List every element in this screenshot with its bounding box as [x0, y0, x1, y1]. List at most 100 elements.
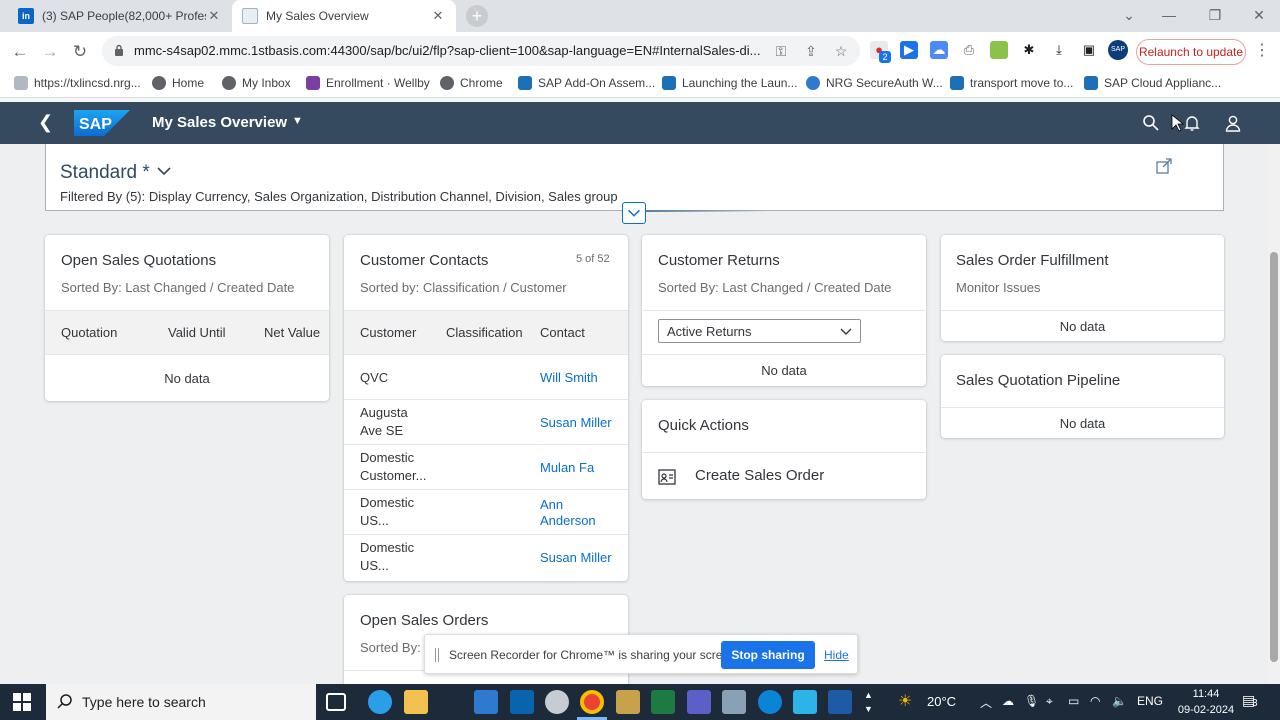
side-panel-icon[interactable]: ▣ — [1080, 41, 1098, 59]
excel-icon[interactable] — [651, 690, 675, 714]
file-explorer-icon[interactable] — [404, 690, 428, 714]
input-language[interactable]: ENG — [1137, 694, 1163, 708]
contact-link[interactable]: Susan Miller — [540, 550, 612, 566]
card-title[interactable]: Customer Returns — [658, 252, 780, 269]
table-row[interactable]: QVC Will Smith — [344, 355, 628, 400]
card-sales-quotation-pipeline[interactable]: Sales Quotation Pipeline No data — [941, 355, 1224, 438]
table-row[interactable]: Augusta Ave SE Susan Miller — [344, 400, 628, 445]
snipping-tool-icon[interactable] — [545, 690, 569, 714]
share-export-icon[interactable] — [1156, 158, 1172, 174]
bookmark-item[interactable]: Launching the Laun... — [662, 76, 797, 90]
bookmark-item[interactable]: transport move to... — [950, 76, 1073, 90]
card-title[interactable]: Open Sales Quotations — [61, 252, 216, 269]
card-customer-returns[interactable]: Customer Returns Sorted By: Last Changed… — [642, 235, 926, 386]
edge-browser-icon[interactable] — [368, 690, 392, 714]
location-icon[interactable]: ⌖ — [1046, 694, 1053, 709]
address-bar[interactable]: mmc-s4sap02.mmc.1stbasis.com:44300/sap/b… — [102, 36, 860, 66]
close-tab-icon[interactable]: ✕ — [206, 8, 222, 24]
app-title[interactable]: My Sales Overview — [152, 114, 287, 131]
page-scrollbar-thumb[interactable] — [1270, 252, 1278, 662]
contact-link[interactable]: Will Smith — [540, 370, 598, 386]
card-open-sales-quotations[interactable]: Open Sales Quotations Sorted By: Last Ch… — [45, 235, 329, 401]
bookmark-item[interactable]: NRG SecureAuth W... — [806, 76, 943, 90]
table-row[interactable]: Domestic US... Ann Anderson — [344, 490, 628, 535]
windows-start-icon[interactable] — [13, 693, 31, 711]
weather-temperature[interactable]: 20°C — [927, 694, 956, 709]
printer-extension-icon[interactable]: ⎙ — [960, 41, 978, 59]
back-chevron-icon[interactable]: ❮ — [38, 112, 53, 133]
tray-chevron-icon[interactable]: ︿ — [980, 694, 992, 711]
contact-link[interactable]: Ann Anderson — [540, 497, 596, 529]
photos-icon[interactable] — [793, 690, 817, 714]
card-title[interactable]: Sales Order Fulfillment — [956, 252, 1109, 269]
contact-link[interactable]: Susan Miller — [540, 415, 612, 431]
bookmark-item[interactable]: My Inbox — [222, 76, 291, 90]
teams-icon[interactable] — [687, 690, 711, 714]
profile-avatar[interactable]: SAP — [1108, 40, 1128, 60]
create-sales-order-action[interactable]: Create Sales Order — [695, 467, 824, 484]
forward-arrow-icon[interactable]: → — [39, 41, 61, 63]
variant-chevron-down-icon[interactable] — [156, 165, 172, 177]
back-arrow-icon[interactable]: ← — [9, 41, 31, 63]
restore-icon[interactable]: ❐ — [1192, 0, 1238, 32]
microphone-icon[interactable]: 🎙 — [1024, 694, 1039, 708]
tab-my-sales-overview[interactable]: My Sales Overview ✕ — [232, 0, 456, 32]
battery-icon[interactable]: ▭ — [1068, 694, 1079, 708]
mail-icon[interactable] — [474, 690, 498, 714]
variant-title[interactable]: Standard * — [60, 162, 150, 184]
taskbar-scroll-arrows-icon[interactable]: ▲ ▼ — [864, 688, 873, 716]
screen-recorder-extension-icon[interactable]: ▶ — [900, 41, 918, 59]
share-icon[interactable]: ⇪ — [802, 42, 820, 60]
search-icon[interactable] — [1142, 114, 1160, 132]
onedrive-icon[interactable]: ☁ — [1002, 694, 1014, 708]
chrome-icon[interactable] — [580, 690, 604, 714]
stop-sharing-button[interactable]: Stop sharing — [721, 641, 815, 669]
notepad-icon[interactable] — [722, 690, 746, 714]
table-row[interactable]: Domestic Customer... Mulan Fa — [344, 445, 628, 490]
contact-link[interactable]: Mulan Fa — [540, 460, 594, 476]
cloud-extension-icon[interactable]: ☁ — [930, 41, 948, 59]
tab-linkedin[interactable]: in (3) SAP People(82,000+ Profess ✕ — [8, 0, 232, 32]
key-icon[interactable]: ⚿ — [772, 42, 790, 60]
word-icon[interactable] — [828, 690, 852, 714]
app-title-caret-icon[interactable]: ▼ — [292, 115, 303, 127]
taskbar-search-box[interactable]: Type here to search — [46, 684, 316, 720]
returns-filter-select[interactable]: Active Returns — [658, 319, 861, 343]
card-sales-order-fulfillment[interactable]: Sales Order Fulfillment Monitor Issues N… — [941, 235, 1224, 341]
minimize-icon[interactable]: — — [1146, 0, 1192, 32]
reload-icon[interactable]: ↻ — [69, 41, 91, 63]
user-icon[interactable] — [1224, 114, 1242, 132]
relaunch-to-update-button[interactable]: Relaunch to update — [1136, 39, 1246, 65]
drag-handle[interactable] — [435, 648, 439, 662]
new-tab-button[interactable]: + — [466, 5, 488, 27]
bookmark-item[interactable]: Home — [152, 76, 204, 90]
card-title[interactable]: Sales Quotation Pipeline — [956, 372, 1120, 389]
card-customer-contacts[interactable]: Customer Contacts 5 of 52 Sorted by: Cla… — [344, 235, 628, 581]
card-title[interactable]: Open Sales Orders — [360, 612, 488, 629]
bookmark-item[interactable]: SAP Add-On Assem... — [518, 76, 655, 90]
volume-icon[interactable]: 🔈 — [1112, 694, 1127, 708]
close-tab-icon[interactable]: ✕ — [430, 8, 446, 24]
puzzle-extensions-icon[interactable]: ✱ — [1020, 41, 1038, 59]
notification-bell-icon[interactable] — [1183, 114, 1201, 132]
close-window-icon[interactable]: ✕ — [1236, 0, 1280, 32]
task-view-icon[interactable] — [326, 693, 346, 711]
bookmark-item[interactable]: SAP Cloud Applianc... — [1084, 76, 1221, 90]
card-title[interactable]: Customer Contacts — [360, 252, 488, 269]
webex-icon[interactable] — [758, 690, 782, 714]
outlook-icon[interactable] — [510, 690, 534, 714]
wifi-icon[interactable]: ◠ — [1090, 694, 1100, 708]
bookmark-item[interactable]: Enrollment · Wellby — [306, 76, 430, 90]
browser-menu-icon[interactable]: ⋮ — [1254, 40, 1270, 60]
table-row[interactable]: Domestic US... Susan Miller — [344, 535, 628, 581]
bookmark-item[interactable]: https://txlincsd.nrg... — [14, 76, 141, 90]
hide-link[interactable]: Hide — [824, 648, 849, 662]
bookmark-item[interactable]: Chrome — [440, 76, 503, 90]
collapse-header-button[interactable] — [622, 202, 646, 224]
taskbar-clock[interactable]: 11:44 09-02-2024 — [1176, 686, 1236, 718]
green-extension-icon[interactable] — [990, 41, 1008, 59]
weather-sun-icon[interactable]: ☀ — [898, 691, 912, 711]
download-icon[interactable]: ⤓ — [1050, 41, 1068, 59]
sap-gui-icon[interactable] — [616, 690, 640, 714]
bookmark-star-icon[interactable]: ☆ — [832, 42, 850, 60]
